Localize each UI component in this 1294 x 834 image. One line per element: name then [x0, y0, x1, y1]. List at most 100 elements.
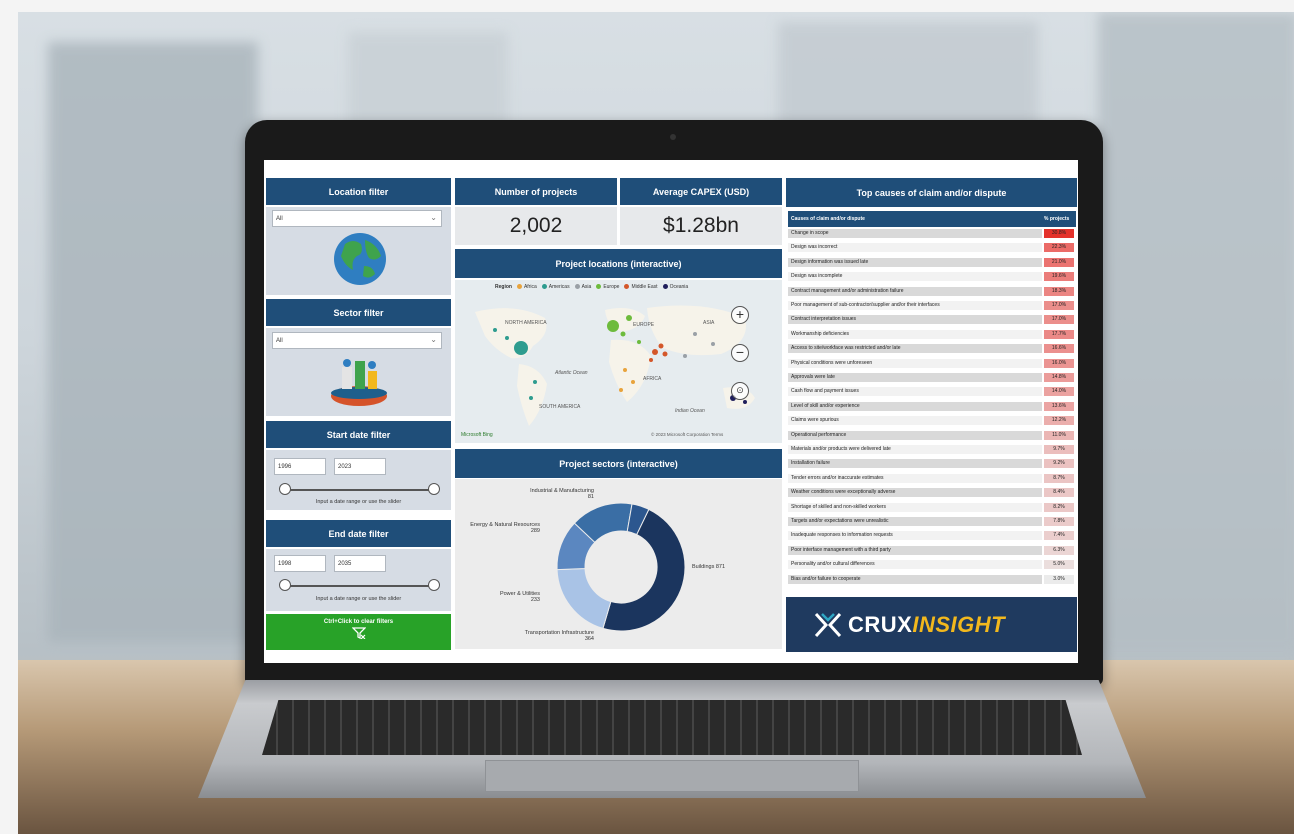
cause-cell: Workmanship deficiencies [788, 329, 1042, 339]
table-row[interactable]: Operational performance 11.0% [788, 430, 1076, 441]
map-label-asia: ASIA [703, 320, 715, 326]
dashboard: Location filter All ⌄ Sector filter All … [264, 177, 1078, 663]
pct-cell: 16.0% [1044, 358, 1074, 368]
label-power: Power & Utilities 233 [499, 591, 540, 603]
location-filter-value: All [276, 216, 283, 222]
pct-cell: 14.0% [1044, 387, 1074, 397]
chevron-down-icon: ⌄ [430, 335, 437, 344]
start-date-slider-min-handle[interactable] [279, 483, 291, 495]
map-attribution: © 2023 Microsoft Corporation Terms [651, 432, 724, 437]
legend-africa[interactable]: Africa [516, 284, 537, 290]
sectors-donut-chart[interactable] [551, 497, 691, 637]
end-date-from-input[interactable]: 1998 [274, 555, 326, 572]
table-row[interactable]: Poor management of sub-contractor/suppli… [788, 301, 1076, 311]
cause-cell: Materials and/or products were delivered… [788, 445, 1042, 454]
globe-icon [334, 233, 386, 285]
table-row[interactable]: Shortage of skilled and non-skilled work… [788, 502, 1076, 513]
table-row[interactable]: Design information was issued late 21.0% [788, 257, 1076, 268]
col-pct-header[interactable]: % projects [1044, 216, 1069, 222]
start-date-slider-track[interactable] [286, 489, 436, 491]
start-date-slider-max-handle[interactable] [428, 483, 440, 495]
project-map[interactable]: Region Africa Americas Asia Europe Middl… [455, 280, 782, 443]
location-filter-dropdown[interactable]: All ⌄ [272, 210, 442, 227]
table-row[interactable]: Personality and/or cultural differences 5… [788, 560, 1076, 570]
table-row[interactable]: Poor interface management with a third p… [788, 545, 1076, 556]
table-row[interactable]: Change in scope 30.8% [788, 229, 1076, 239]
table-row[interactable]: Contract management and/or administratio… [788, 286, 1076, 297]
start-date-to-input[interactable]: 2023 [334, 458, 386, 475]
legend-middle-east[interactable]: Middle East [624, 284, 658, 290]
causes-title: Top causes of claim and/or dispute [786, 178, 1077, 207]
cause-cell: Claims were spurious [788, 416, 1042, 426]
table-row[interactable]: Tender errors and/or inaccurate estimate… [788, 473, 1076, 484]
table-row[interactable]: Approvals were late 14.8% [788, 373, 1076, 383]
map-legend-title: Region [495, 284, 512, 290]
table-row[interactable]: Targets and/or expectations were unreali… [788, 517, 1076, 527]
pct-cell: 22.3% [1044, 243, 1074, 253]
cause-cell: Targets and/or expectations were unreali… [788, 517, 1042, 526]
legend-oceania[interactable]: Oceania [662, 284, 688, 290]
chevron-down-icon: ⌄ [430, 213, 437, 222]
sector-filter-dropdown[interactable]: All ⌄ [272, 332, 442, 349]
table-row[interactable]: Claims were spurious 12.2% [788, 416, 1076, 426]
pct-cell: 13.6% [1044, 401, 1074, 411]
clear-filters-button[interactable]: Ctrl+Click to clear filters [266, 614, 451, 650]
col-cause-header[interactable]: Causes of claim and/or dispute [791, 216, 865, 222]
end-date-to-input[interactable]: 2035 [334, 555, 386, 572]
table-row[interactable]: Contract interpretation issues 17.0% [788, 315, 1076, 325]
pct-cell: 9.7% [1044, 445, 1074, 454]
label-transport: Transportation Infrastructure 364 [524, 630, 594, 642]
table-row[interactable]: Access to site/workface was restricted a… [788, 344, 1076, 354]
table-row[interactable]: Weather conditions were exceptionally ad… [788, 488, 1076, 498]
map-label-europe: EUROPE [633, 322, 655, 328]
table-row[interactable]: Level of skill and/or experience 13.6% [788, 401, 1076, 412]
legend-asia[interactable]: Asia [574, 284, 591, 290]
map-label-north-america: NORTH AMERICA [505, 320, 547, 326]
table-row[interactable]: Design was incomplete 19.6% [788, 272, 1076, 282]
end-date-slider-max-handle[interactable] [428, 579, 440, 591]
legend-americas[interactable]: Americas [541, 284, 570, 290]
pct-cell: 11.0% [1044, 430, 1074, 440]
table-row[interactable]: Design was incorrect 22.3% [788, 243, 1076, 253]
start-date-from-input[interactable]: 1996 [274, 458, 326, 475]
map-label-south-america: SOUTH AMERICA [539, 404, 581, 410]
table-row[interactable]: Materials and/or products were delivered… [788, 445, 1076, 455]
pct-cell: 17.0% [1044, 301, 1074, 310]
map-label-africa: AFRICA [643, 376, 662, 382]
end-date-slider-min-handle[interactable] [279, 579, 291, 591]
crux-logo-icon [814, 612, 842, 638]
cause-cell: Inadequate responses to information requ… [788, 531, 1042, 541]
zoom-out-button[interactable]: − [731, 344, 749, 362]
pct-cell: 7.8% [1044, 517, 1074, 526]
cause-cell: Poor interface management with a third p… [788, 545, 1042, 555]
map-label-indian-ocean: Indian Ocean [675, 408, 705, 414]
camera-icon [670, 134, 676, 140]
table-row[interactable]: Physical conditions were unforeseen 16.0% [788, 358, 1076, 369]
industry-icon [331, 359, 387, 406]
end-date-slider-track[interactable] [286, 585, 436, 587]
table-row[interactable]: Inadequate responses to information requ… [788, 531, 1076, 541]
legend-europe[interactable]: Europe [596, 284, 619, 290]
pct-cell: 3.0% [1044, 574, 1074, 584]
map-locate-icon[interactable]: ⊙ [731, 382, 749, 400]
cause-cell: Level of skill and/or experience [788, 401, 1042, 411]
cause-cell: Contract management and/or administratio… [788, 286, 1042, 296]
table-row[interactable]: Cash flow and payment issues 14.0% [788, 387, 1076, 397]
projects-kpi-title: Number of projects [455, 178, 617, 205]
end-date-hint: Input a date range or use the slider [315, 596, 402, 602]
capex-kpi-title: Average CAPEX (USD) [620, 178, 782, 205]
table-row[interactable]: Bias and/or failure to cooperate 3.0% [788, 574, 1076, 585]
cause-cell: Change in scope [788, 229, 1042, 238]
pct-cell: 17.0% [1044, 315, 1074, 325]
zoom-in-button[interactable]: + [731, 306, 749, 324]
causes-table-header: Causes of claim and/or dispute % project… [788, 211, 1076, 227]
clear-filter-icon [350, 627, 367, 640]
donut-slice-transportation-infrastructure[interactable] [556, 567, 612, 630]
cause-cell: Contract interpretation issues [788, 315, 1042, 325]
map-legend: Region Africa Americas Asia Europe Middl… [495, 284, 688, 290]
table-row[interactable]: Installation failure 9.2% [788, 459, 1076, 469]
start-date-filter-title: Start date filter [266, 421, 451, 448]
table-row[interactable]: Workmanship deficiencies 17.7% [788, 329, 1076, 340]
cause-cell: Operational performance [788, 430, 1042, 440]
keyboard [262, 700, 1082, 755]
